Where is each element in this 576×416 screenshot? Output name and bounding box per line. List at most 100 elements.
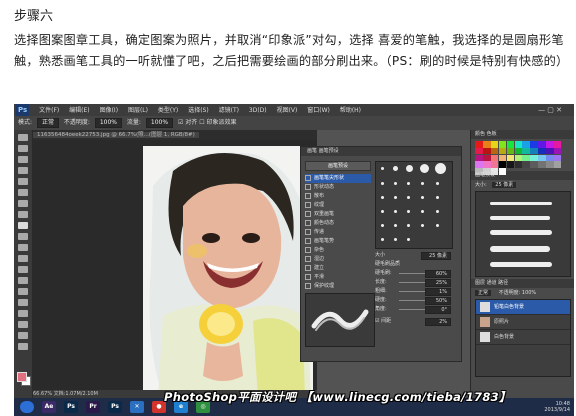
- menu-item-image[interactable]: 图像(I): [100, 107, 118, 114]
- menu-item-filter[interactable]: 滤镜(T): [219, 107, 239, 114]
- brush-tip[interactable]: [436, 196, 439, 199]
- color-swatch[interactable]: [546, 161, 554, 168]
- healing-tool-icon[interactable]: [18, 200, 28, 207]
- brush-option-item[interactable]: 纹理: [305, 201, 371, 210]
- color-swatch[interactable]: [522, 141, 530, 148]
- brush-tip[interactable]: [381, 182, 384, 185]
- color-swatch[interactable]: [475, 154, 483, 162]
- impressionist-checkbox[interactable]: ☐ 印象派效果: [199, 119, 236, 126]
- color-swatch[interactable]: [498, 161, 507, 168]
- brush-preset-stroke[interactable]: [490, 246, 550, 252]
- brush-preset-stroke[interactable]: [490, 262, 552, 267]
- color-swatch[interactable]: [483, 154, 491, 162]
- color-swatch[interactable]: [498, 141, 507, 148]
- brush-option-item[interactable]: 保护纹理: [305, 282, 371, 291]
- brush-tip[interactable]: [420, 164, 429, 173]
- color-swatch[interactable]: [530, 141, 538, 148]
- brush-option-item[interactable]: 画笔笔尖形状: [305, 174, 371, 183]
- type-tool-icon[interactable]: [18, 299, 28, 306]
- brush-tip[interactable]: [394, 238, 397, 241]
- brush-tip[interactable]: [421, 224, 424, 227]
- layers-panel-tab[interactable]: 图层 通道 路径: [471, 279, 574, 288]
- color-swatch[interactable]: [490, 147, 499, 155]
- menu-item-layer[interactable]: 图层(L): [128, 107, 148, 114]
- brush-tip[interactable]: [394, 196, 397, 199]
- mode-select[interactable]: 正常: [36, 117, 59, 128]
- menu-item-select[interactable]: 选择(S): [188, 107, 209, 114]
- opacity-input[interactable]: 100%: [94, 117, 122, 128]
- brush-tip[interactable]: [436, 182, 439, 185]
- color-swatch[interactable]: [498, 154, 507, 162]
- color-swatch[interactable]: [483, 141, 491, 148]
- brush-preset-stroke[interactable]: [490, 202, 552, 205]
- history-brush-tool-icon[interactable]: [18, 233, 28, 240]
- brush-tip[interactable]: [421, 210, 424, 213]
- bristle-setting-row[interactable]: 硬毛刷: 60%: [375, 269, 455, 278]
- layer-opacity[interactable]: 不透明度: 100%: [499, 290, 537, 296]
- color-swatch[interactable]: [553, 147, 562, 155]
- brush-option-item[interactable]: 建立: [305, 264, 371, 273]
- swatches-grid[interactable]: [475, 141, 567, 175]
- brush-option-item[interactable]: 杂色: [305, 246, 371, 255]
- menu-item-type[interactable]: 类型(Y): [158, 107, 178, 114]
- presets-size-input[interactable]: 25 像素: [492, 182, 517, 188]
- flow-input[interactable]: 100%: [145, 117, 174, 128]
- color-swatch[interactable]: [498, 147, 507, 155]
- brush-tip[interactable]: [435, 163, 446, 174]
- bristle-setting-row[interactable]: 角度: 0°: [375, 305, 455, 314]
- color-swatch[interactable]: [522, 154, 530, 162]
- color-swatch[interactable]: [530, 161, 538, 168]
- color-swatch[interactable]: [506, 141, 515, 148]
- brush-option-item[interactable]: 散布: [305, 192, 371, 201]
- menu-item-file[interactable]: 文件(F): [39, 107, 59, 114]
- color-swatch[interactable]: [498, 168, 507, 175]
- window-controls[interactable]: — ▢ ✕: [538, 104, 562, 116]
- spacing-checkbox[interactable]: ☑ 间距: [375, 318, 391, 324]
- color-swatch[interactable]: [475, 141, 483, 148]
- color-swatch[interactable]: [506, 147, 515, 155]
- brush-tip[interactable]: [393, 166, 398, 171]
- brush-tip[interactable]: [407, 224, 410, 227]
- brush-option-item[interactable]: 湿边: [305, 255, 371, 264]
- canvas-area[interactable]: [33, 140, 317, 398]
- color-swatch[interactable]: [538, 154, 546, 162]
- brush-panel-tabs[interactable]: 画笔 画笔预设: [301, 147, 461, 156]
- document-tab[interactable]: 116356484oeek22753.jpg @ 66.7%(照...(图层 1…: [33, 130, 317, 140]
- bristle-setting-row[interactable]: 粗细: 1%: [375, 287, 455, 296]
- align-checkbox[interactable]: ☑ 对齐: [178, 119, 197, 126]
- color-swatch[interactable]: [506, 161, 515, 168]
- blur-tool-icon[interactable]: [18, 266, 28, 273]
- brush-tip[interactable]: [394, 224, 397, 227]
- color-swatch[interactable]: [475, 147, 483, 155]
- zoom-tool-icon[interactable]: [18, 343, 28, 350]
- pen-tool-icon[interactable]: [18, 288, 28, 295]
- color-swatch[interactable]: [553, 161, 562, 168]
- brush-option-item[interactable]: 画笔笔势: [305, 237, 371, 246]
- brush-tip[interactable]: [406, 165, 413, 172]
- color-swatch[interactable]: [483, 147, 491, 155]
- brush-tip[interactable]: [421, 182, 424, 185]
- brush-presets-panel-tab[interactable]: 画笔预设: [471, 171, 574, 180]
- bristle-setting-row[interactable]: 长度: 25%: [375, 278, 455, 287]
- taskbar-app-ps-2[interactable]: Ps: [108, 401, 122, 413]
- menu-item-edit[interactable]: 编辑(E): [69, 107, 89, 114]
- pattern-stamp-tool-icon[interactable]: [18, 222, 28, 229]
- brush-option-item[interactable]: 平滑: [305, 273, 371, 282]
- brush-tip[interactable]: [381, 238, 384, 241]
- hand-tool-icon[interactable]: [18, 332, 28, 339]
- swatches-panel-tab[interactable]: 颜色 色板: [471, 130, 574, 139]
- brush-tip[interactable]: [407, 210, 410, 213]
- gradient-tool-icon[interactable]: [18, 255, 28, 262]
- color-swatch[interactable]: [514, 141, 523, 148]
- color-swatch[interactable]: [475, 161, 483, 168]
- color-swatch[interactable]: [538, 141, 546, 148]
- color-swatch[interactable]: [553, 154, 562, 162]
- brush-tip[interactable]: [436, 210, 439, 213]
- brush-tip[interactable]: [381, 224, 384, 227]
- color-swatch[interactable]: [506, 154, 515, 162]
- brush-option-item[interactable]: 形状动态: [305, 183, 371, 192]
- path-select-tool-icon[interactable]: [18, 310, 28, 317]
- brush-tip[interactable]: [381, 196, 384, 199]
- brush-tip[interactable]: [421, 196, 424, 199]
- brush-tip[interactable]: [394, 210, 397, 213]
